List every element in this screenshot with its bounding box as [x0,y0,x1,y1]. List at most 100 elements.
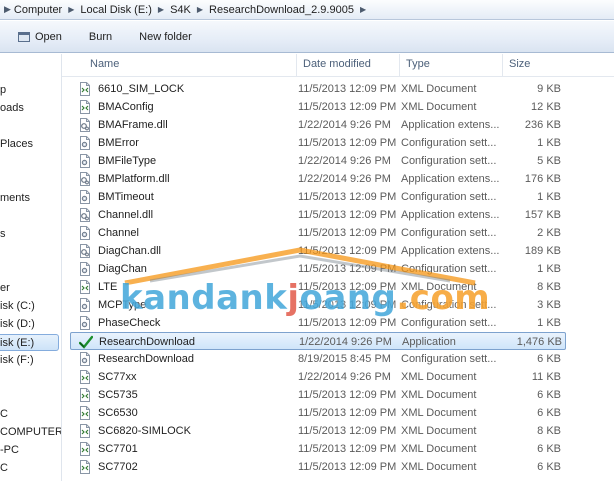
table-row[interactable]: 6610_SIM_LOCK 11/5/2013 12:09 PM XML Docum… [70,80,566,98]
file-date-modified: 8/19/2015 8:45 PM [298,353,391,365]
nav-item[interactable]: er [0,280,10,297]
table-row[interactable]: BMError 11/5/2013 12:09 PM Configuration s… [70,134,566,152]
config-file-icon [78,262,92,276]
breadcrumb-chevron-icon[interactable]: ▶ [4,4,11,15]
burn-button[interactable]: Burn [89,31,112,43]
file-name: ResearchDownload [98,353,194,365]
nav-item[interactable]: Places [0,136,33,153]
column-header-date-modified[interactable]: Date modified [296,54,399,76]
column-header-size[interactable]: Size [502,54,562,76]
breadcrumb-separator-icon[interactable]: ▶ [360,5,366,14]
table-row[interactable]: ResearchDownload 1/22/2014 9:26 PM Applica… [70,332,566,350]
new-folder-button[interactable]: New folder [139,31,192,43]
file-name: Channel.dll [98,209,154,221]
file-size: 6 KB [537,443,561,455]
nav-item[interactable]: isk (D:) [0,316,35,333]
table-row[interactable]: SC7702 11/5/2013 12:09 PM XML Document 6 KB [70,458,566,476]
file-size: 2 KB [537,227,561,239]
file-type: Configuration sett... [401,317,497,329]
breadcrumb-computer[interactable]: Computer [14,4,62,16]
file-type: Configuration sett... [401,137,497,149]
new-folder-label: New folder [139,30,192,43]
nav-item[interactable]: -PC [0,442,19,459]
file-size: 1,476 KB [516,336,562,348]
file-date-modified: 11/5/2013 12:09 PM [298,137,397,149]
table-row[interactable]: Channel 11/5/2013 12:09 PM Configuration s… [70,224,566,242]
file-type: Configuration sett... [401,299,497,311]
nav-item[interactable]: oads [0,100,24,117]
breadcrumb-separator-icon[interactable]: ▶ [68,5,74,14]
nav-item[interactable]: isk (C:) [0,298,35,315]
table-row[interactable]: BMAFrame.dll 1/22/2014 9:26 PM Application… [70,116,566,134]
file-type: Configuration sett... [401,227,497,239]
file-date-modified: 11/5/2013 12:09 PM [298,317,397,329]
config-file-icon [78,226,92,240]
open-button[interactable]: Open [18,31,62,43]
file-date-modified: 11/5/2013 12:09 PM [298,263,397,275]
table-row[interactable]: ResearchDownload 8/19/2015 8:45 PM Configu… [70,350,566,368]
nav-item[interactable]: ments [0,190,30,207]
file-size: 9 KB [537,83,561,95]
breadcrumb-separator-icon[interactable]: ▶ [197,5,203,14]
file-name: BMError [98,137,139,149]
open-label: Open [35,30,62,43]
table-row[interactable]: BMPlatform.dll 1/22/2014 9:26 PM Applicati… [70,170,566,188]
table-row[interactable]: BMTimeout 11/5/2013 12:09 PM Configuration… [70,188,566,206]
nav-item[interactable]: C [0,460,8,477]
table-row[interactable]: BMFileType 1/22/2014 9:26 PM Configuration… [70,152,566,170]
xml-file-icon [78,460,92,474]
file-size: 236 KB [524,119,561,131]
file-size: 6 KB [537,389,561,401]
table-row[interactable]: BMAConfig 11/5/2013 12:09 PM XML Document 1… [70,98,566,116]
address-bar[interactable]: ▶ Computer ▶ Local Disk (E:) ▶ S4K ▶ Res… [0,0,614,20]
table-row[interactable]: SC77xx 1/22/2014 9:26 PM XML Document 11 KB [70,368,566,386]
file-size: 6 KB [537,353,561,365]
config-file-icon [78,316,92,330]
breadcrumb-current-folder[interactable]: ResearchDownload_2.9.9005 [209,4,354,16]
file-date-modified: 11/5/2013 12:09 PM [298,191,397,203]
file-date-modified: 11/5/2013 12:09 PM [298,389,397,401]
table-row[interactable]: SC6530 11/5/2013 12:09 PM XML Document 6 KB [70,404,566,422]
table-row[interactable]: DiagChan 11/5/2013 12:09 PM Configuration … [70,260,566,278]
breadcrumb-local-disk[interactable]: Local Disk (E:) [80,4,152,16]
file-date-modified: 11/5/2013 12:09 PM [298,209,397,221]
navigation-pane[interactable]: p oads Places ments s er isk (C:) isk (D:) isk (… [0,54,62,481]
file-type: Application extens... [401,245,500,257]
column-header-name[interactable]: Name [84,54,296,76]
nav-item[interactable]: C [0,406,8,423]
file-name: DiagChan [98,263,147,275]
table-row[interactable]: Channel.dll 11/5/2013 12:09 PM Application… [70,206,566,224]
file-date-modified: 11/5/2013 12:09 PM [298,443,397,455]
file-date-modified: 1/22/2014 9:26 PM [298,155,391,167]
nav-item[interactable]: isk (E:) [0,334,59,351]
column-header-type[interactable]: Type [399,54,502,76]
dll-file-icon [78,208,92,222]
file-type: XML Document [401,389,477,401]
breadcrumb-s4k[interactable]: S4K [170,4,191,16]
file-name: MCPType [98,299,147,311]
table-row[interactable]: SC6820-SIMLOCK 11/5/2013 12:09 PM XML Docu… [70,422,566,440]
xml-file-icon [78,370,92,384]
file-type: Configuration sett... [401,353,497,365]
table-row[interactable]: DiagChan.dll 11/5/2013 12:09 PM Applicatio… [70,242,566,260]
file-date-modified: 1/22/2014 9:26 PM [298,119,391,131]
file-name: BMPlatform.dll [98,173,170,185]
table-row[interactable]: PhaseCheck 11/5/2013 12:09 PM Configuratio… [70,314,566,332]
file-type: Application extens... [401,209,500,221]
table-row[interactable]: LTE 11/5/2013 12:09 PM XML Document 8 KB [70,278,566,296]
nav-item[interactable]: s [0,226,6,243]
file-list[interactable]: Name Date modified Type Size 6610_SIM_LO… [62,54,614,481]
file-date-modified: 11/5/2013 12:09 PM [298,245,397,257]
table-row[interactable]: MCPType 11/5/2013 12:09 PM Configuration s… [70,296,566,314]
table-row[interactable]: SC7701 11/5/2013 12:09 PM XML Document 6 KB [70,440,566,458]
nav-item[interactable]: p [0,82,6,99]
nav-item[interactable]: isk (F:) [0,352,34,369]
nav-item[interactable]: COMPUTERS [0,424,61,441]
breadcrumb-separator-icon[interactable]: ▶ [158,5,164,14]
file-name: BMTimeout [98,191,154,203]
file-date-modified: 1/22/2014 9:26 PM [298,371,391,383]
file-type: XML Document [401,443,477,455]
table-row[interactable]: SC5735 11/5/2013 12:09 PM XML Document 6 KB [70,386,566,404]
file-type: Application extens... [401,173,500,185]
file-name: SC77xx [98,371,137,383]
